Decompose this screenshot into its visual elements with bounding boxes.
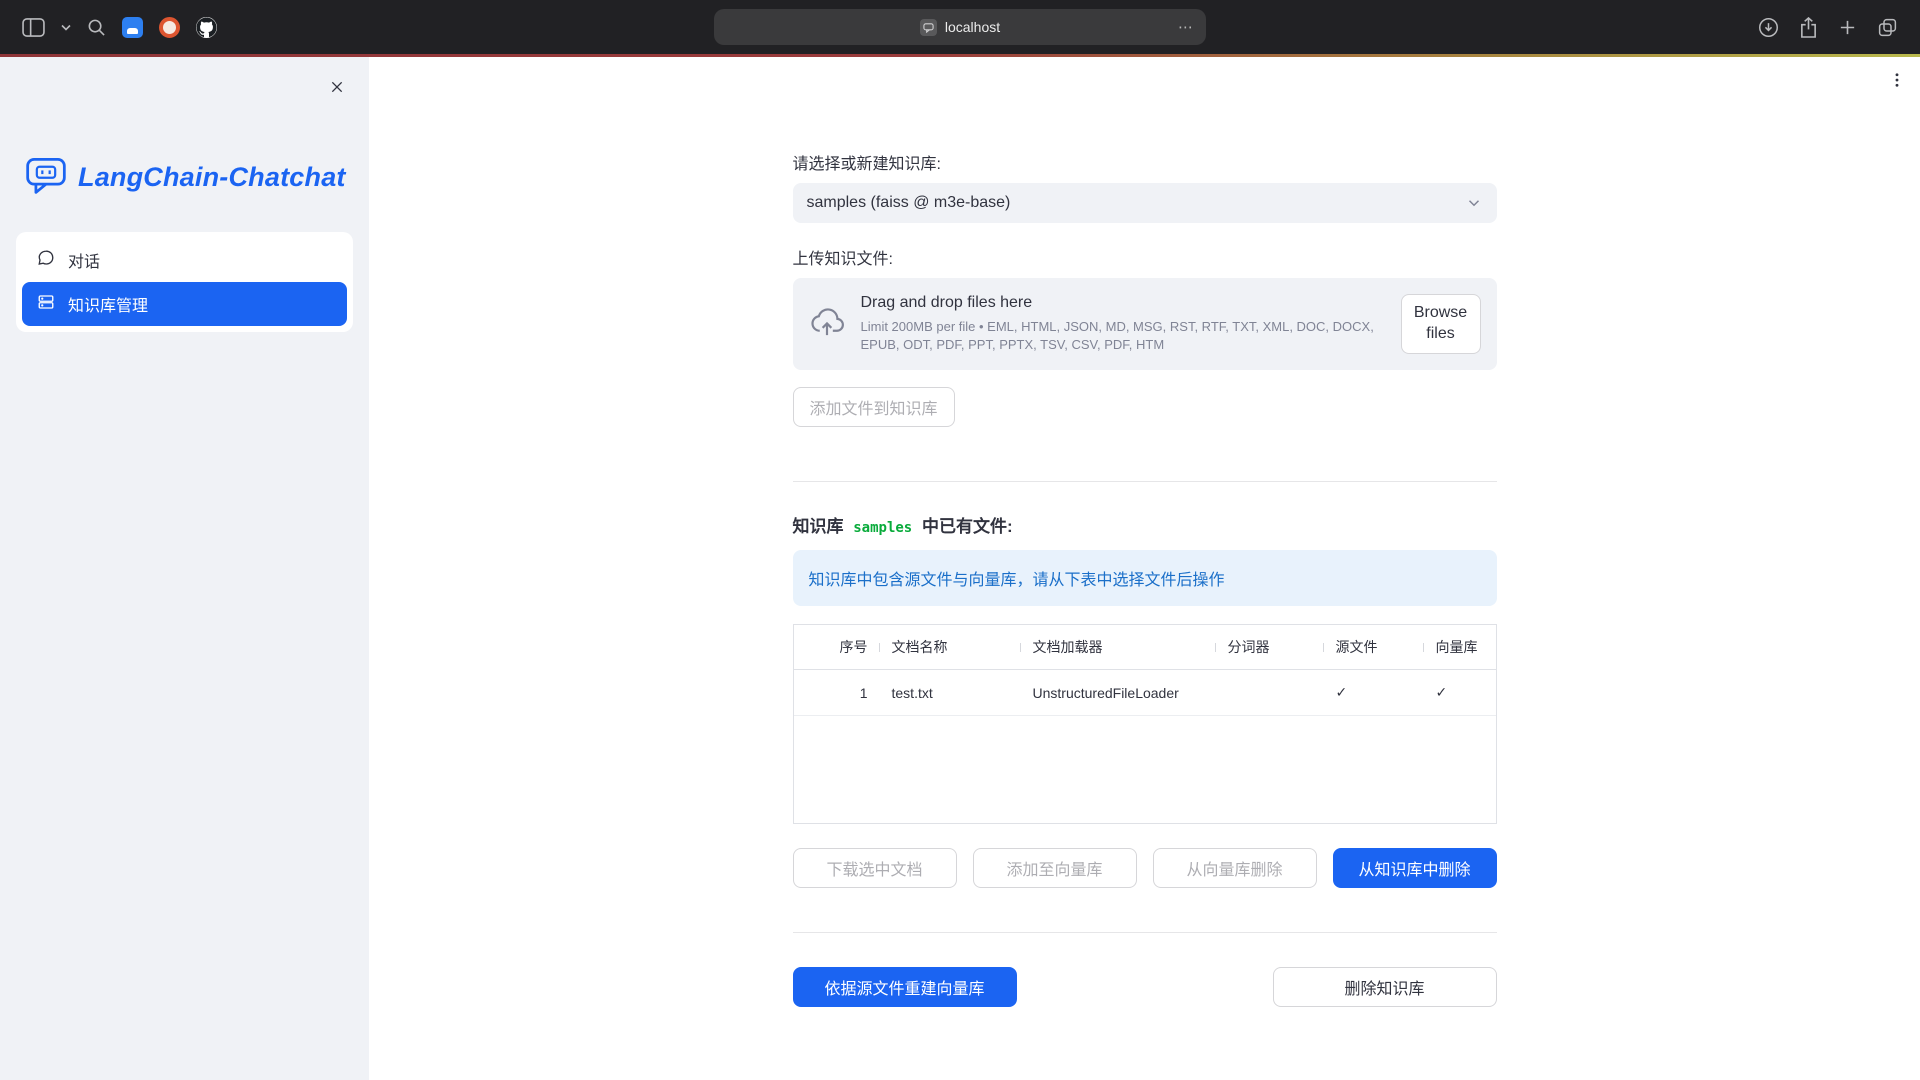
toolbar-left-group xyxy=(22,17,217,38)
table-row[interactable]: 1 test.txt UnstructuredFileLoader ✓ ✓ xyxy=(794,670,1496,716)
logo-text: LangChain-Chatchat xyxy=(78,162,346,193)
files-table: 序号 文档名称 文档加载器 分词器 源文件 向量库 1 test.txt Uns… xyxy=(793,624,1497,824)
add-to-vector-button[interactable]: 添加至向量库 xyxy=(973,848,1137,888)
divider xyxy=(793,932,1497,933)
kb-select-label: 请选择或新建知识库: xyxy=(793,150,1497,174)
app-logo: LangChain-Chatchat xyxy=(0,57,369,202)
remove-from-vector-button[interactable]: 从向量库删除 xyxy=(1153,848,1317,888)
column-header-source[interactable]: 源文件 xyxy=(1324,637,1424,657)
info-alert: 知识库中包含源文件与向量库，请从下表中选择文件后操作 xyxy=(793,550,1497,606)
pinned-tab-github-icon[interactable] xyxy=(196,17,217,38)
toolbar-right-group xyxy=(1758,17,1898,38)
pinned-tab-blue-icon[interactable] xyxy=(122,17,143,38)
cell-loader: UnstructuredFileLoader xyxy=(1021,685,1216,701)
files-heading: 知识库 samples 中已有文件: xyxy=(793,512,1497,537)
divider xyxy=(793,481,1497,482)
table-actions-row: 下载选中文档 添加至向量库 从向量库删除 从知识库中删除 xyxy=(793,848,1497,888)
menu-item-label: 对话 xyxy=(68,248,100,272)
menu-item-kb-management[interactable]: 知识库管理 xyxy=(22,282,347,326)
url-text: localhost xyxy=(945,19,1000,35)
dropzone-limit: Limit 200MB per file • EML, HTML, JSON, … xyxy=(861,318,1381,354)
kb-select-value: samples (faiss @ m3e-base) xyxy=(807,194,1011,212)
delete-from-kb-button[interactable]: 从知识库中删除 xyxy=(1333,848,1497,888)
cloud-upload-icon xyxy=(809,306,845,343)
column-header-loader[interactable]: 文档加载器 xyxy=(1021,637,1216,657)
upload-label: 上传知识文件: xyxy=(793,245,1497,269)
page-content: 请选择或新建知识库: samples (faiss @ m3e-base) 上传… xyxy=(793,57,1497,1007)
files-heading-prefix: 知识库 xyxy=(793,517,849,536)
sidebar-close-button[interactable] xyxy=(325,75,349,99)
menu-item-label: 知识库管理 xyxy=(68,292,148,316)
page-menu-icon[interactable]: ⋯ xyxy=(1178,18,1194,36)
files-heading-suffix: 中已有文件: xyxy=(917,517,1012,536)
address-bar[interactable]: localhost ⋯ xyxy=(714,9,1206,45)
search-icon[interactable] xyxy=(87,18,106,37)
rebuild-vector-button[interactable]: 依据源文件重建向量库 xyxy=(793,967,1017,1007)
app-window: LangChain-Chatchat 对话 知识库管理 请选择或新建知识库: xyxy=(0,57,1920,1080)
downloads-icon[interactable] xyxy=(1758,17,1779,38)
dropzone-title: Drag and drop files here xyxy=(861,294,1385,312)
menu-item-chat[interactable]: 对话 xyxy=(22,238,347,282)
main-content: 请选择或新建知识库: samples (faiss @ m3e-base) 上传… xyxy=(369,57,1920,1080)
cell-source-check: ✓ xyxy=(1324,684,1424,701)
chat-bubble-icon xyxy=(37,249,55,272)
chat-logo-icon xyxy=(24,153,68,202)
kb-select[interactable]: samples (faiss @ m3e-base) xyxy=(793,183,1497,223)
app-menu-icon[interactable] xyxy=(1888,71,1906,89)
tab-overview-icon[interactable] xyxy=(1877,17,1898,38)
sidebar-toggle-icon[interactable] xyxy=(22,18,45,37)
cell-vector-check: ✓ xyxy=(1424,684,1496,701)
site-favicon xyxy=(920,19,937,36)
browse-files-button[interactable]: Browse files xyxy=(1401,294,1481,354)
delete-kb-button[interactable]: 删除知识库 xyxy=(1273,967,1497,1007)
info-text: 知识库中包含源文件与向量库，请从下表中选择文件后操作 xyxy=(809,572,1225,589)
file-dropzone[interactable]: Drag and drop files here Limit 200MB per… xyxy=(793,278,1497,370)
download-selected-button[interactable]: 下载选中文档 xyxy=(793,848,957,888)
new-tab-icon[interactable] xyxy=(1838,18,1857,37)
sidebar: LangChain-Chatchat 对话 知识库管理 xyxy=(0,57,369,1080)
column-header-name[interactable]: 文档名称 xyxy=(880,637,1021,657)
cell-name: test.txt xyxy=(880,685,1021,701)
sidebar-menu: 对话 知识库管理 xyxy=(16,232,353,332)
add-files-button[interactable]: 添加文件到知识库 xyxy=(793,387,955,427)
chevron-down-icon xyxy=(1465,194,1483,212)
column-header-index[interactable]: 序号 xyxy=(794,637,880,657)
sidebar-chevron-down-icon[interactable] xyxy=(61,24,71,31)
database-icon xyxy=(37,293,55,316)
column-header-splitter[interactable]: 分词器 xyxy=(1216,637,1324,657)
pinned-tab-orange-icon[interactable] xyxy=(159,17,180,38)
table-header-row: 序号 文档名称 文档加载器 分词器 源文件 向量库 xyxy=(794,625,1496,670)
kb-actions-row: 依据源文件重建向量库 删除知识库 xyxy=(793,967,1497,1007)
cell-index: 1 xyxy=(794,685,880,701)
share-icon[interactable] xyxy=(1799,17,1818,38)
kb-name-code: samples xyxy=(848,520,917,536)
dropzone-text: Drag and drop files here Limit 200MB per… xyxy=(861,294,1385,354)
browser-toolbar: localhost ⋯ xyxy=(0,0,1920,54)
column-header-vector[interactable]: 向量库 xyxy=(1424,637,1496,657)
